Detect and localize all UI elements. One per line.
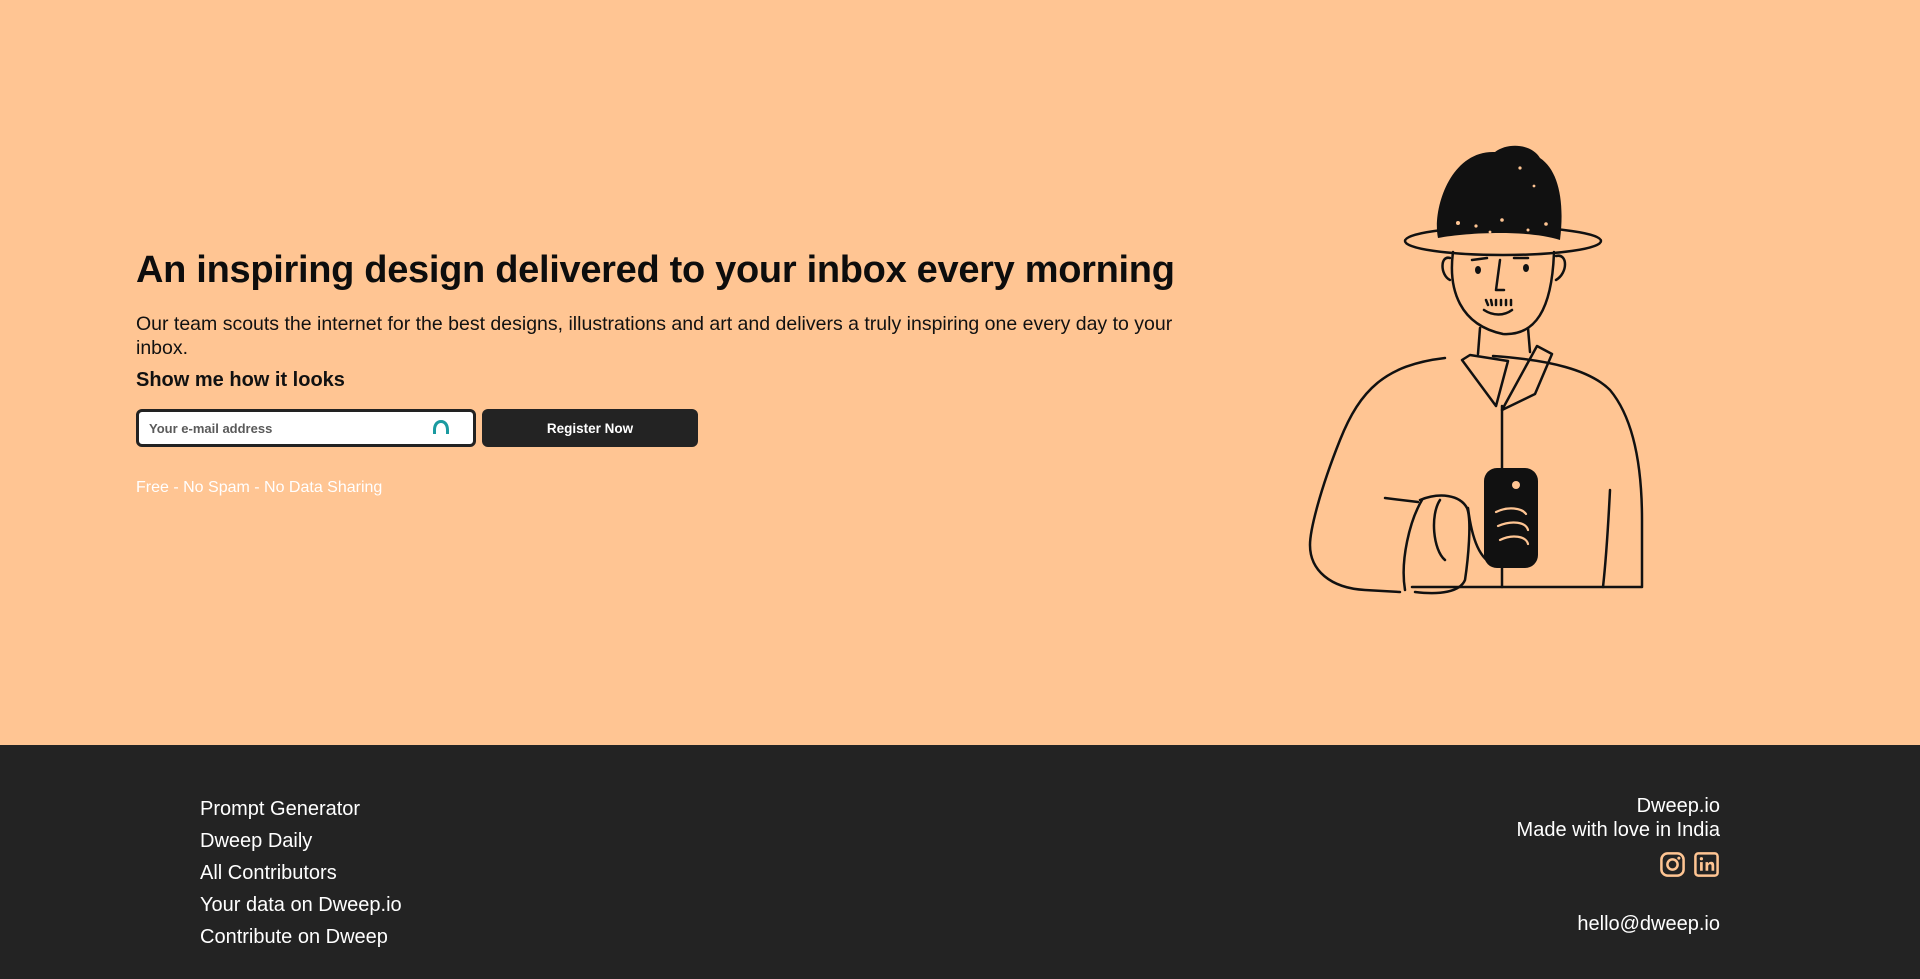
contact-email-link[interactable]: hello@dweep.io: [1517, 912, 1720, 936]
instagram-icon[interactable]: [1659, 851, 1686, 878]
footer-links: Prompt Generator Dweep Daily All Contrib…: [200, 793, 402, 953]
password-manager-icon[interactable]: [431, 418, 451, 438]
email-input[interactable]: [139, 412, 429, 444]
footer-info: Dweep.io Made with love in India hello@d…: [1517, 794, 1720, 936]
social-links: [1517, 851, 1720, 878]
footer-link-contribute[interactable]: Contribute on Dweep: [200, 921, 402, 953]
hero-title: An inspiring design delivered to your in…: [136, 249, 1175, 291]
man-with-phone-illustration: [1308, 145, 1644, 595]
hero-section: An inspiring design delivered to your in…: [0, 0, 1920, 745]
footer-link-all-contributors[interactable]: All Contributors: [200, 857, 402, 889]
footer-link-your-data[interactable]: Your data on Dweep.io: [200, 889, 402, 921]
signup-form: Register Now: [136, 409, 698, 447]
footer-link-dweep-daily[interactable]: Dweep Daily: [200, 825, 402, 857]
footer: Prompt Generator Dweep Daily All Contrib…: [0, 745, 1920, 979]
page: An inspiring design delivered to your in…: [0, 0, 1920, 979]
hero-description: Our team scouts the internet for the bes…: [136, 313, 1173, 359]
hero-text: An inspiring design delivered to your in…: [136, 244, 1196, 392]
linkedin-icon[interactable]: [1693, 851, 1720, 878]
email-field-wrapper: [136, 409, 476, 447]
footer-brand: Dweep.io: [1636, 795, 1720, 817]
register-button[interactable]: Register Now: [482, 409, 698, 447]
privacy-note: Free - No Spam - No Data Sharing: [136, 479, 383, 496]
footer-tagline: Made with love in India: [1516, 819, 1720, 841]
footer-link-prompt-generator[interactable]: Prompt Generator: [200, 793, 402, 825]
hero-subheading: Show me how it looks: [136, 369, 345, 391]
